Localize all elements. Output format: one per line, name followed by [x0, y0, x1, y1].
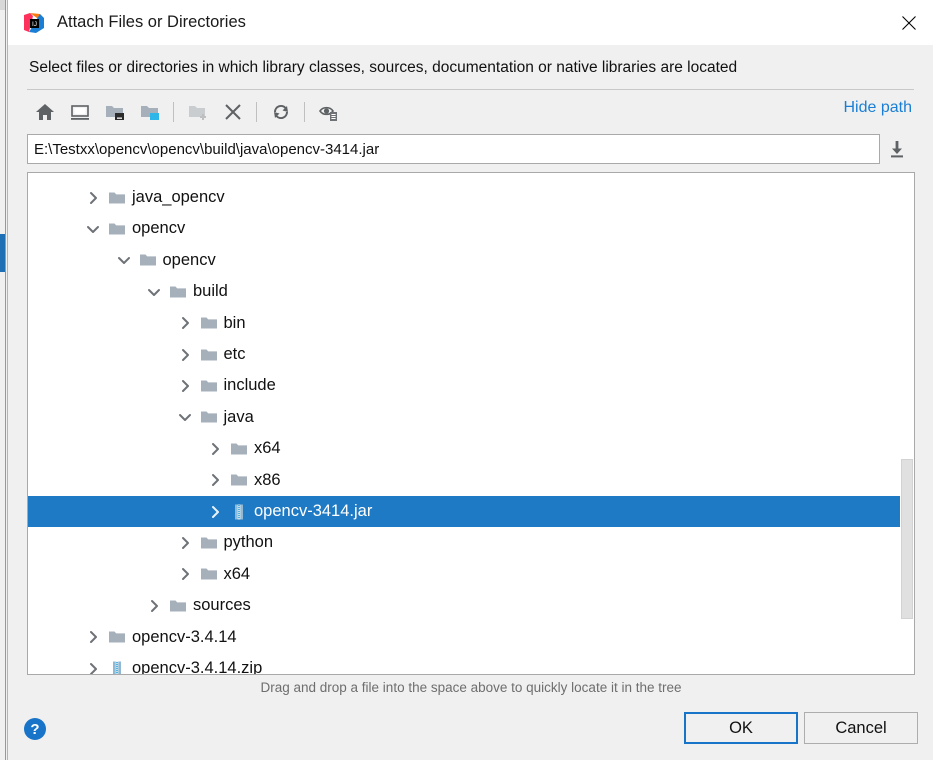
delete-icon[interactable] — [215, 95, 250, 129]
folder-icon — [104, 628, 130, 646]
drag-drop-hint: Drag and drop a file into the space abov… — [260, 680, 682, 695]
refresh-icon[interactable] — [263, 95, 298, 129]
tree-row-label: opencv-3.4.14.zip — [132, 659, 263, 675]
chevron-right-icon[interactable] — [174, 379, 196, 393]
tree-row[interactable]: etc — [28, 339, 914, 370]
intellij-idea-icon: IJ — [23, 12, 45, 34]
chevron-right-icon[interactable] — [174, 348, 196, 362]
jar-archive-icon — [104, 660, 130, 674]
folder-icon — [196, 534, 222, 552]
tree-row[interactable]: opencv-3.4.14 — [28, 622, 914, 653]
dialog-footer: ? OK Cancel https://blog.csdn.net/ruth13… — [8, 700, 933, 760]
tree-scrollbar-thumb[interactable] — [901, 459, 913, 619]
folder-icon — [196, 314, 222, 332]
tree-row[interactable]: bin — [28, 308, 914, 339]
tree-row-label: x64 — [254, 439, 281, 458]
tree-row-label: include — [223, 376, 276, 395]
chevron-down-icon[interactable] — [113, 253, 135, 267]
home-icon[interactable] — [27, 95, 62, 129]
folder-icon — [196, 408, 222, 426]
tree-scrollbar-track[interactable] — [900, 173, 914, 674]
tree-row-label: opencv — [162, 250, 216, 269]
tree-row-label: python — [223, 533, 274, 552]
tree-row-label: java — [223, 407, 254, 426]
help-icon[interactable]: ? — [24, 718, 46, 740]
file-tree: java_opencvopencv opencv build bin etc includ… — [28, 173, 914, 674]
path-row — [27, 133, 914, 165]
chevron-right-icon[interactable] — [82, 191, 104, 205]
tree-row[interactable]: build — [28, 276, 914, 307]
folder-icon — [226, 471, 252, 489]
tree-row[interactable]: include — [28, 370, 914, 401]
file-tree-panel[interactable]: java_opencvopencv opencv build bin etc includ… — [27, 172, 915, 675]
tree-row[interactable]: sources — [28, 590, 914, 621]
folder-icon — [104, 189, 130, 207]
module-folder-icon[interactable] — [132, 95, 167, 129]
chevron-down-icon[interactable] — [143, 285, 165, 299]
cancel-button[interactable]: Cancel — [804, 712, 918, 744]
tree-row[interactable]: java — [28, 402, 914, 433]
project-folder-icon[interactable] — [97, 95, 132, 129]
tree-row[interactable]: opencv — [28, 245, 914, 276]
close-icon[interactable] — [885, 0, 933, 45]
tree-row-label: java_opencv — [132, 188, 225, 206]
chevron-right-icon[interactable] — [82, 630, 104, 644]
folder-icon — [165, 597, 191, 615]
tree-row-label: x64 — [223, 564, 251, 583]
chevron-right-icon[interactable] — [174, 536, 196, 550]
background-strip-divider — [5, 0, 6, 760]
svg-text:IJ: IJ — [32, 21, 37, 28]
toolbar-separator — [173, 101, 174, 122]
background-window-strip — [0, 0, 7, 760]
folder-icon — [135, 251, 161, 269]
attach-files-dialog: IJ Attach Files or Directories Select fi… — [7, 0, 933, 760]
folder-icon — [226, 440, 252, 458]
tree-row[interactable]: python — [28, 527, 914, 558]
tree-row-label: bin — [223, 313, 246, 332]
tree-row[interactable]: x64 — [28, 559, 914, 590]
tree-row[interactable]: opencv — [28, 213, 914, 244]
jar-archive-icon — [226, 503, 252, 521]
tree-row-label: x86 — [254, 470, 281, 489]
tree-row-label: opencv-3414.jar — [254, 502, 373, 520]
chevron-right-icon[interactable] — [82, 662, 104, 674]
tree-row-label: opencv-3.4.14 — [132, 627, 237, 646]
chevron-right-icon[interactable] — [174, 567, 196, 581]
folder-icon — [165, 283, 191, 301]
tree-row[interactable]: opencv-3414.jar — [28, 496, 914, 527]
new-folder-icon[interactable] — [180, 95, 215, 129]
tree-row-label: opencv — [132, 219, 186, 238]
tree-row-label: build — [193, 282, 228, 301]
desktop-icon[interactable] — [62, 95, 97, 129]
tree-row-label: etc — [223, 345, 246, 363]
chevron-right-icon[interactable] — [174, 316, 196, 330]
dialog-description: Select files or directories in which lib… — [29, 59, 738, 76]
hide-path-link[interactable]: Hide path — [844, 99, 913, 117]
chevron-right-icon[interactable] — [143, 599, 165, 613]
tree-row[interactable]: x64 — [28, 433, 914, 464]
tree-row-label: sources — [193, 596, 251, 615]
tree-row[interactable]: java_opencv — [28, 182, 914, 213]
toolbar: Hide path — [27, 89, 914, 133]
download-arrow-icon[interactable] — [880, 134, 914, 164]
toolbar-separator — [256, 101, 257, 122]
show-hidden-files-icon[interactable] — [311, 95, 346, 129]
folder-icon — [196, 377, 222, 395]
tree-row[interactable]: x86 — [28, 465, 914, 496]
tree-row[interactable]: opencv-3.4.14.zip — [28, 653, 914, 675]
folder-icon — [196, 346, 222, 364]
path-input[interactable] — [27, 134, 880, 164]
chevron-right-icon[interactable] — [204, 473, 226, 487]
toolbar-separator — [304, 101, 305, 122]
folder-icon — [104, 220, 130, 238]
chevron-right-icon[interactable] — [204, 442, 226, 456]
chevron-down-icon[interactable] — [174, 410, 196, 424]
chevron-right-icon[interactable] — [204, 505, 226, 519]
window-title: Attach Files or Directories — [57, 13, 246, 31]
dialog-root: IJ Attach Files or Directories Select fi… — [0, 0, 933, 760]
chevron-down-icon[interactable] — [82, 222, 104, 236]
folder-icon — [196, 565, 222, 583]
ok-button[interactable]: OK — [684, 712, 798, 744]
title-bar: IJ Attach Files or Directories — [8, 0, 933, 45]
